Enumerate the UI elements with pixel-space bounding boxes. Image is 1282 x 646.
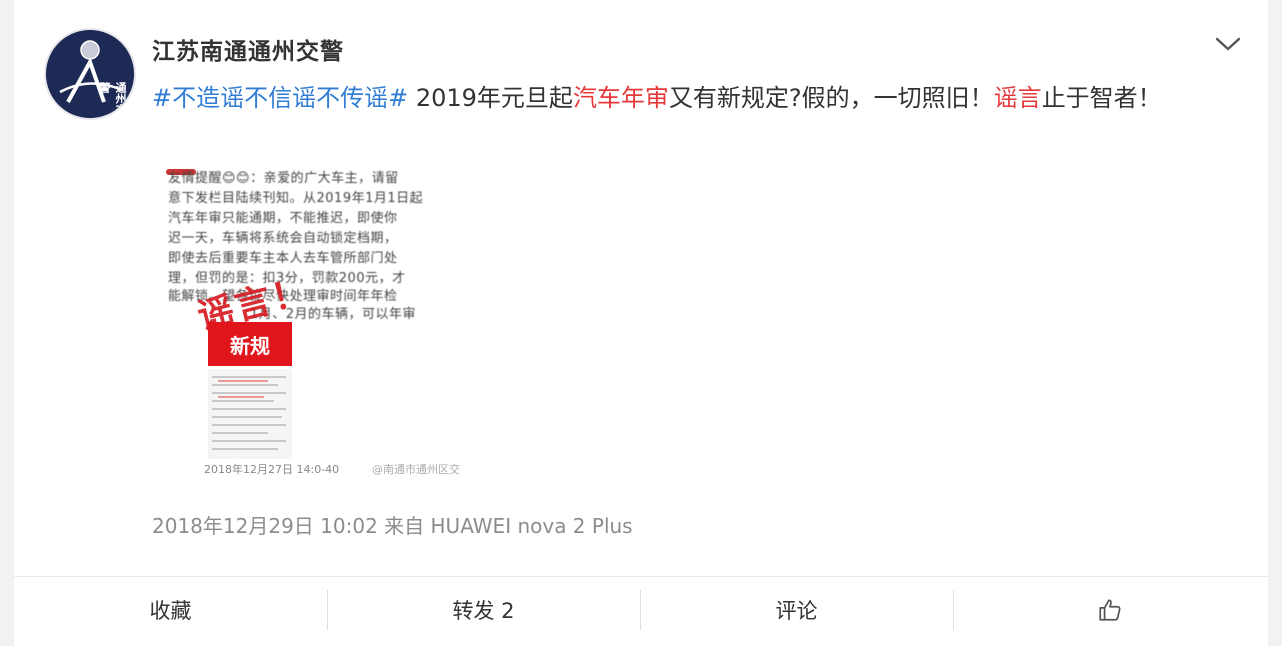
topic-link-rumor[interactable]: 谣言	[994, 84, 1042, 112]
new-rule-badge: 新规	[208, 322, 292, 366]
post-content: #不造谣不信谣不传谣# 2019年元旦起汽车年审又有新规定?假的，一切照旧！谣言…	[152, 78, 1162, 113]
notice-line: 迟一天，车辆将系统会自动锁定档期，	[168, 231, 398, 246]
author-name[interactable]: 江苏南通通州交警	[152, 32, 344, 66]
post-text-segment: 又有新规定?假的，一切照旧！	[668, 84, 994, 112]
author-avatar[interactable]: 通州交警	[46, 30, 134, 118]
thumbs-up-icon	[1098, 599, 1121, 621]
post-meta: 2018年12月29日 10:02 来自 HUAWEI nova 2 Plus	[152, 510, 633, 539]
image-caption: 2018年12月27日 14:0-40	[204, 463, 340, 475]
action-bar-divider	[14, 576, 1268, 577]
chevron-down-icon	[1215, 37, 1241, 51]
notice-line: 汽车年审只能通期，不能推迟，即使你	[168, 211, 398, 226]
notice-line: 友情提醒😊😊：亲爱的广大车主，请留	[168, 171, 399, 186]
repost-button[interactable]: 转发 2	[327, 590, 640, 630]
post-source: 来自 HUAWEI nova 2 Plus	[384, 514, 633, 538]
post-text-segment: 止于智者！	[1041, 84, 1162, 112]
notice-line: 意下发栏目陆续刊知。从2019年1月1日起	[168, 191, 424, 206]
image-watermark: @南通市通州区交警	[372, 463, 460, 475]
favorite-button[interactable]: 收藏	[14, 590, 327, 630]
hashtag-link[interactable]: #不造谣不信谣不传谣#	[152, 84, 408, 112]
document-thumbnail	[208, 369, 292, 459]
comment-button[interactable]: 评论	[640, 590, 953, 630]
post-menu-button[interactable]	[1214, 34, 1242, 54]
post-timestamp[interactable]: 2018年12月29日 10:02	[152, 514, 378, 538]
notice-line: 即使去后重要车主本人去车管所部门处	[168, 251, 398, 266]
post-text-segment: 2019年元旦起	[408, 84, 573, 112]
post-image[interactable]: 友情提醒😊😊：亲爱的广大车主，请留 意下发栏目陆续刊知。从2019年1月1日起 …	[160, 157, 460, 475]
avatar-text: 通州交警	[98, 82, 127, 115]
like-button[interactable]	[953, 590, 1266, 630]
topic-link-car-inspection[interactable]: 汽车年审	[573, 84, 669, 112]
document-lines-graphic	[212, 376, 286, 450]
